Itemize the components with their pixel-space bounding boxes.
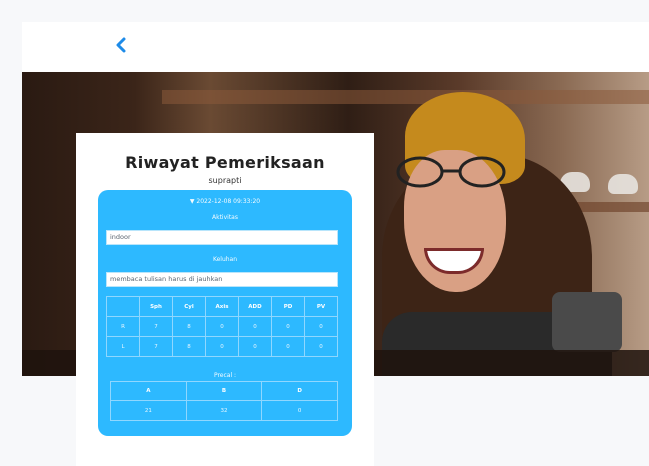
activity-field: indoor <box>106 230 338 245</box>
table-row: 21 32 0 <box>110 400 338 421</box>
complaint-field: membaca tulisan harus di jauhkan <box>106 272 338 287</box>
table-cell: Cyl <box>172 296 206 317</box>
table-cell: 7 <box>139 336 173 357</box>
complaint-label: Keluhan <box>212 256 238 263</box>
table-cell: 0 <box>271 316 305 337</box>
table-cell: D <box>261 381 338 401</box>
page-title: Riwayat Pemeriksaan <box>125 153 325 172</box>
precal-label: Precal : <box>213 372 237 379</box>
back-button[interactable] <box>108 30 134 60</box>
table-cell: PD <box>271 296 305 317</box>
table-cell: 0 <box>271 336 305 357</box>
table-cell: B <box>185 381 263 401</box>
exam-datetime[interactable]: ▼ 2022-12-08 09:33:20 <box>98 198 352 205</box>
table-cell: 0 <box>261 400 338 421</box>
exam-record-panel: ▼ 2022-12-08 09:33:20 Aktivitas indoor K… <box>98 190 352 436</box>
table-cell <box>106 296 140 317</box>
table-cell: 0 <box>205 336 239 357</box>
exam-history-card: Riwayat Pemeriksaan suprapti ▼ 2022-12-0… <box>76 133 374 466</box>
table-cell: 8 <box>172 316 206 337</box>
table-cell: 32 <box>185 400 263 421</box>
table-cell: 8 <box>172 336 206 357</box>
table-cell: 0 <box>238 316 272 337</box>
table-row: L 7 8 0 0 0 0 <box>106 336 338 357</box>
table-cell: R <box>106 316 140 337</box>
table-row: R 7 8 0 0 0 0 <box>106 316 338 337</box>
measurement-header-row: Sph Cyl Axis ADD PD PV <box>106 296 338 317</box>
table-cell: Sph <box>139 296 173 317</box>
activity-label: Aktivitas <box>212 214 238 221</box>
table-cell: PV <box>304 296 338 317</box>
precal-header-row: A B D <box>110 381 338 401</box>
measurement-table: Sph Cyl Axis ADD PD PV R 7 8 0 0 0 0 L 7… <box>106 296 338 357</box>
table-cell: A <box>110 381 187 401</box>
table-cell: 0 <box>205 316 239 337</box>
precal-table: A B D 21 32 0 <box>110 381 338 421</box>
table-cell: 0 <box>304 336 338 357</box>
table-cell: 7 <box>139 316 173 337</box>
chevron-left-icon <box>116 37 126 53</box>
table-cell: ADD <box>238 296 272 317</box>
patient-name: suprapti <box>208 176 242 185</box>
table-cell: L <box>106 336 140 357</box>
table-cell: 0 <box>304 316 338 337</box>
table-cell: 21 <box>110 400 187 421</box>
table-cell: 0 <box>238 336 272 357</box>
table-cell: Axis <box>205 296 239 317</box>
